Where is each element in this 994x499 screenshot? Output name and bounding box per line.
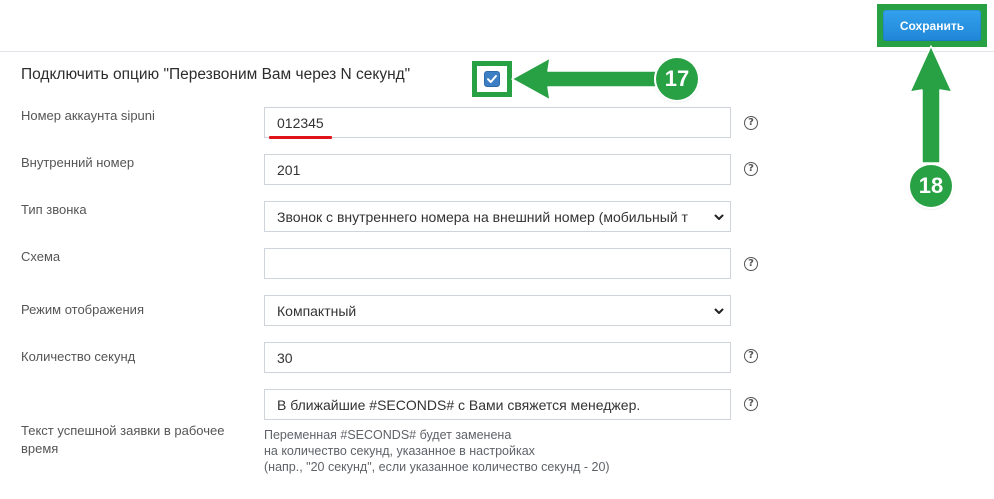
arrow-left-icon xyxy=(511,57,665,101)
step-18-badge: 18 xyxy=(910,165,952,207)
annotation-arrows xyxy=(511,45,953,164)
arrow-up-icon xyxy=(909,45,953,164)
step-17-badge: 17 xyxy=(656,58,698,100)
